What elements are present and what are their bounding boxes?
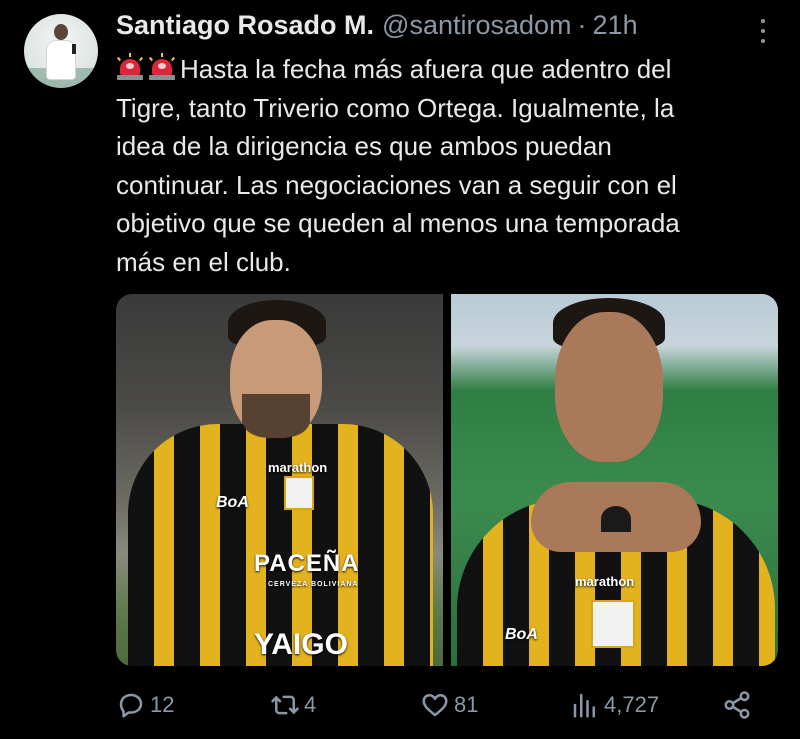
sponsor-pacena: PACEÑA [254, 550, 360, 577]
club-crest [591, 600, 635, 648]
player-beard [242, 394, 310, 438]
reply-icon [119, 693, 143, 718]
retweet-count: 4 [304, 692, 317, 717]
like-button[interactable]: 81 [420, 686, 478, 724]
author-avatar[interactable] [24, 14, 98, 88]
police-siren-icon [116, 53, 144, 81]
retweet-icon [271, 695, 299, 715]
retweet-button[interactable]: 4 [270, 686, 316, 724]
more-dot [761, 19, 765, 23]
sponsor-boa: BoA [505, 626, 538, 643]
analytics-icon [573, 693, 595, 718]
more-dot [761, 29, 765, 33]
share-icon [724, 691, 750, 719]
avatar-person-head [54, 24, 68, 40]
tweet-header: Santiago Rosado M. @santirosadom · 21h [116, 10, 638, 44]
sponsor-marathon: marathon [575, 574, 635, 589]
views-button[interactable]: 4,727 [570, 686, 659, 724]
like-count: 81 [454, 692, 479, 717]
tweet-media: marathon BoA PACEÑA CERVEZA BOLIVIANA YA… [116, 294, 778, 666]
sponsor-marathon: marathon [268, 460, 328, 475]
more-options-icon[interactable] [757, 19, 769, 43]
photo-ortega[interactable]: marathon BoA [451, 294, 778, 666]
sponsor-cerveza: CERVEZA BOLIVIANA [268, 581, 359, 588]
heart-hands [531, 482, 701, 552]
police-siren-icon [148, 53, 176, 81]
header-separator: · [577, 10, 587, 40]
player-face [555, 312, 663, 462]
photo-triverio[interactable]: marathon BoA PACEÑA CERVEZA BOLIVIANA YA… [116, 294, 443, 666]
reply-button[interactable]: 12 [116, 686, 174, 724]
tweet-line: más en el club. [116, 246, 291, 277]
tweet-line: idea de la dirigencia es que ambos pueda… [116, 131, 612, 161]
tweet-actions: 12 4 81 4,727 [116, 686, 756, 724]
share-button[interactable] [722, 686, 752, 724]
tweet-line: continuar. Las negociaciones van a segui… [116, 169, 677, 200]
more-dot [761, 39, 765, 43]
heart-icon [422, 694, 448, 717]
tweet-line-text: Hasta la fecha más afuera que adentro de… [180, 54, 672, 84]
tweet-text: Hasta la fecha más afuera que adentro de… [116, 50, 786, 281]
tweet-timestamp[interactable]: 21h [593, 10, 638, 41]
avatar-microphone [72, 44, 76, 54]
sponsor-yaigo: YAIGO [254, 628, 348, 661]
sponsor-boa: BoA [216, 494, 249, 511]
tweet-line: objetivo que se queden al menos una temp… [116, 208, 680, 238]
tweet-line: Tigre, tanto Triverio como Ortega. Igual… [116, 92, 675, 123]
author-handle[interactable]: @santirosadom [382, 10, 572, 41]
views-count: 4,727 [604, 692, 660, 717]
tweet-line: Hasta la fecha más afuera que adentro de… [116, 50, 786, 89]
club-crest [284, 476, 314, 510]
reply-count: 12 [150, 692, 175, 717]
author-name[interactable]: Santiago Rosado M. [116, 10, 374, 41]
